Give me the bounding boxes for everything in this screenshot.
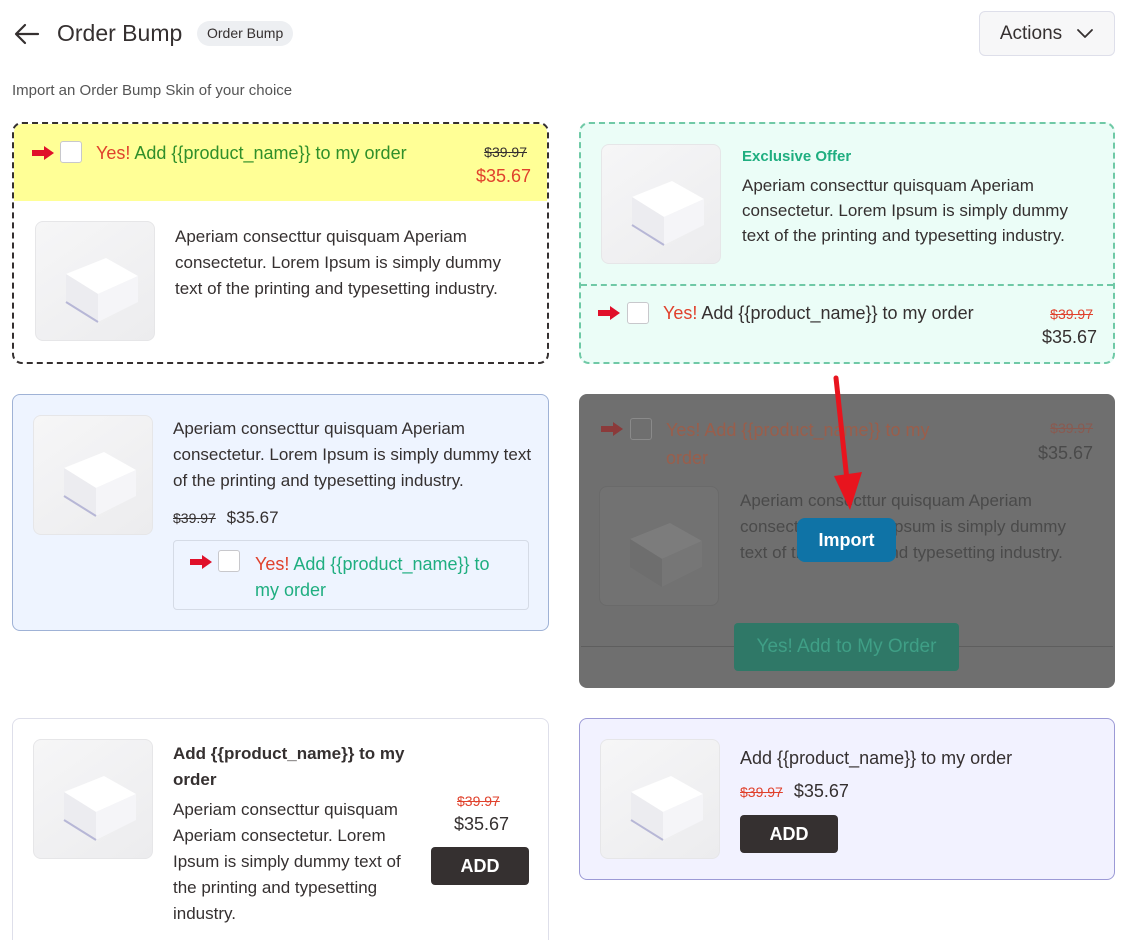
skin-card-2[interactable]: Exclusive Offer Aperiam consecttur quisq… — [579, 122, 1115, 364]
skin-1-checkbox[interactable] — [60, 141, 82, 163]
product-image — [35, 221, 155, 341]
product-box-icon — [631, 181, 704, 246]
page-subtitle: Import an Order Bump Skin of your choice — [12, 82, 293, 99]
skin-card-3[interactable]: Aperiam consecttur quisquam Aperiam cons… — [12, 394, 549, 631]
skin-card-6[interactable]: Add {{product_name}} to my order $39.97 … — [579, 718, 1115, 880]
red-arrow-icon — [190, 555, 212, 569]
skin-4-cta-button: Yes! Add to My Order — [734, 623, 959, 671]
skin-2-description: Aperiam consecttur quisquam Aperiam cons… — [742, 176, 1068, 245]
arrow-left-icon — [14, 23, 40, 45]
page-title: Order Bump — [57, 20, 183, 46]
skin-2-old-price: $39.97 — [1050, 306, 1093, 322]
product-box-icon — [63, 776, 136, 841]
skin-card-4[interactable]: Yes! Add {{product_name}} to my order $3… — [579, 394, 1115, 688]
skin-3-new-price: $35.67 — [226, 508, 279, 527]
skin-2-checkbox[interactable] — [627, 302, 649, 324]
product-image — [33, 739, 153, 859]
skin-5-add-button[interactable]: ADD — [431, 847, 529, 885]
skin-4-checkbox[interactable] — [630, 418, 652, 440]
skin-3-old-price: $39.97 — [173, 510, 216, 526]
product-box-icon — [65, 258, 138, 323]
product-image — [601, 144, 721, 264]
skin-card-1[interactable]: Yes! Add {{product_name}} to my order $3… — [12, 122, 549, 364]
red-arrow-icon — [601, 422, 623, 436]
skin-2-headline: Yes! Add {{product_name}} to my order — [663, 303, 974, 323]
skin-1-new-price: $35.67 — [475, 166, 531, 186]
skin-2-new-price: $35.67 — [1041, 327, 1097, 347]
skin-4-old-price: $39.97 — [1050, 420, 1093, 436]
skin-5-new-price: $35.67 — [454, 814, 510, 834]
skin-5-title: Add {{product_name}} to my order — [173, 744, 405, 789]
import-button[interactable]: Import — [797, 518, 896, 562]
skin-4-description: Aperiam consecttur quisquam Aperiam cons… — [740, 491, 1066, 562]
product-image — [33, 415, 153, 535]
skin-1-old-price: $39.97 — [484, 144, 527, 160]
product-box-icon — [63, 452, 136, 517]
skin-6-old-price: $39.97 — [740, 784, 783, 800]
skin-2-divider — [581, 284, 1113, 286]
skin-3-offer-box: Yes! Add {{product_name}} to my order — [173, 540, 529, 610]
skin-3-headline: Yes! Add {{product_name}} to my order — [255, 554, 490, 600]
page-header: Order Bump Order Bump Actions — [0, 0, 1126, 70]
skin-4-new-price: $35.67 — [1037, 443, 1093, 463]
skin-3-price: $39.97 $35.67 — [173, 508, 279, 528]
product-image — [600, 739, 720, 859]
skin-6-price: $39.97 $35.67 — [740, 781, 849, 802]
skin-1-description: Aperiam consecttur quisquam Aperiam cons… — [175, 227, 501, 298]
skin-1-banner: Yes! Add {{product_name}} to my order $3… — [14, 124, 547, 201]
skin-4-headline: Yes! Add {{product_name}} to my order — [666, 420, 930, 468]
skin-5-old-price: $39.97 — [457, 793, 500, 809]
product-image — [599, 486, 719, 606]
skin-6-add-button[interactable]: ADD — [740, 815, 838, 853]
actions-label: Actions — [999, 22, 1063, 44]
skin-6-title: Add {{product_name}} to my order — [740, 748, 1013, 768]
product-box-icon — [630, 776, 703, 841]
skin-card-5[interactable]: Add {{product_name}} to my order Aperiam… — [12, 718, 549, 940]
product-box-icon — [630, 523, 702, 587]
back-button[interactable] — [12, 20, 42, 48]
skin-5-description: Aperiam consecttur quisquam Aperiam cons… — [173, 800, 401, 923]
page-badge: Order Bump — [197, 21, 294, 46]
skin-1-headline: Yes! Add {{product_name}} to my order — [96, 143, 407, 163]
red-arrow-icon — [32, 146, 54, 160]
actions-dropdown[interactable]: Actions — [979, 11, 1115, 56]
skin-6-new-price: $35.67 — [793, 781, 849, 801]
skin-3-description: Aperiam consecttur quisquam Aperiam cons… — [173, 419, 532, 490]
red-arrow-icon — [598, 306, 620, 320]
skin-2-eyebrow: Exclusive Offer — [742, 148, 852, 165]
chevron-down-icon — [1077, 28, 1094, 38]
skin-3-checkbox[interactable] — [218, 550, 240, 572]
